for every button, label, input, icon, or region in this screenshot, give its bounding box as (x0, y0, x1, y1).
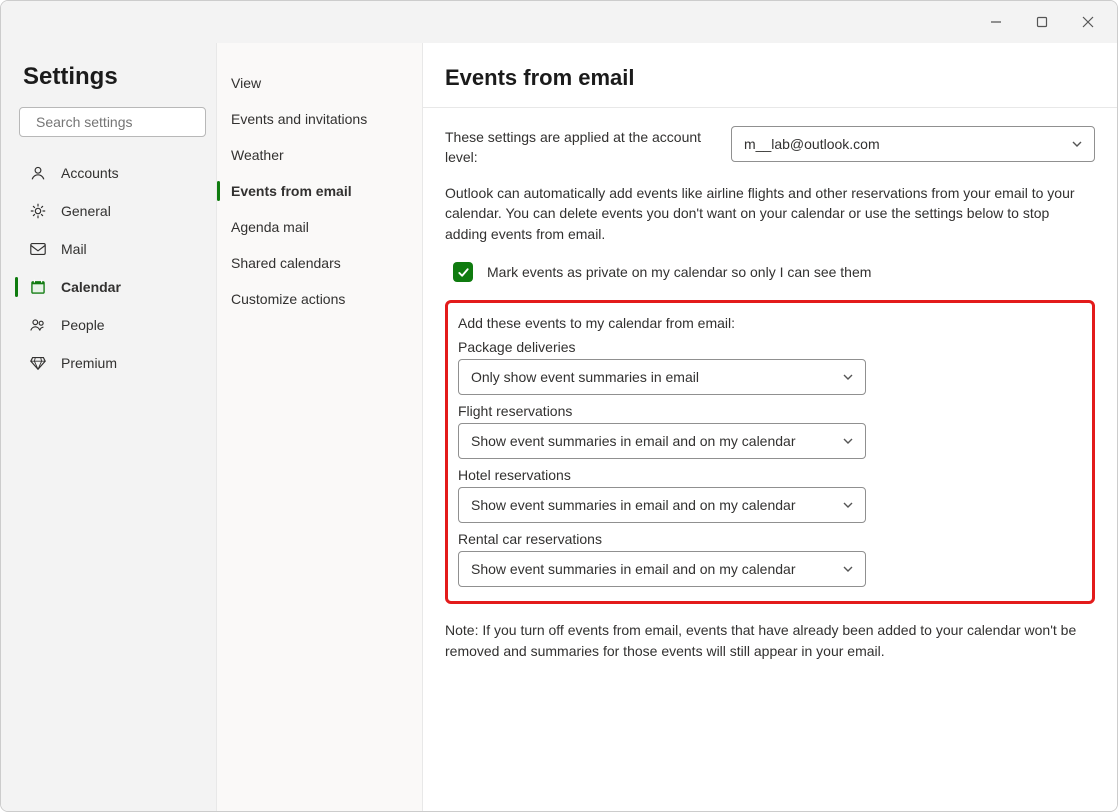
minimize-icon (990, 16, 1002, 28)
content-pane: Events from email These settings are app… (423, 43, 1117, 811)
nav1-label: Mail (61, 241, 87, 257)
chevron-down-icon (841, 370, 855, 384)
add-events-title: Add these events to my calendar from ema… (458, 315, 1082, 331)
nav2-weather[interactable]: Weather (217, 137, 422, 173)
select-value: Show event summaries in email and on my … (471, 497, 796, 513)
flight-reservations-select[interactable]: Show event summaries in email and on my … (458, 423, 866, 459)
account-select-value: m__lab@outlook.com (744, 136, 880, 152)
search-settings[interactable] (19, 107, 206, 137)
account-select[interactable]: m__lab@outlook.com (731, 126, 1095, 162)
diamond-icon (27, 352, 49, 374)
primary-nav: Settings Accounts General Mail (1, 43, 217, 811)
private-checkbox-label: Mark events as private on my calendar so… (487, 264, 871, 280)
private-checkbox-row[interactable]: Mark events as private on my calendar so… (445, 262, 1095, 282)
page-title: Events from email (445, 65, 1095, 91)
content-body: These settings are applied at the accoun… (423, 108, 1117, 684)
mail-icon (27, 238, 49, 260)
nav1-premium[interactable]: Premium (19, 345, 206, 381)
maximize-button[interactable] (1019, 1, 1065, 43)
nav1-label: People (61, 317, 105, 333)
select-value: Show event summaries in email and on my … (471, 561, 796, 577)
check-icon (457, 266, 470, 279)
secondary-nav: View Events and invitations Weather Even… (217, 43, 423, 811)
content-header: Events from email (423, 43, 1117, 108)
page-description: Outlook can automatically add events lik… (445, 183, 1095, 244)
field-rental-car-reservations: Rental car reservations Show event summa… (458, 531, 1082, 587)
rental-car-reservations-select[interactable]: Show event summaries in email and on my … (458, 551, 866, 587)
nav1-label: Calendar (61, 279, 121, 295)
search-input[interactable] (36, 114, 217, 130)
chevron-down-icon (1070, 137, 1084, 151)
select-value: Only show event summaries in email (471, 369, 699, 385)
nav1-calendar[interactable]: Calendar (19, 269, 206, 305)
field-label: Rental car reservations (458, 531, 1082, 547)
nav1-accounts[interactable]: Accounts (19, 155, 206, 191)
nav2-events-from-email[interactable]: Events from email (217, 173, 422, 209)
field-label: Hotel reservations (458, 467, 1082, 483)
title-bar (1, 1, 1117, 43)
field-flight-reservations: Flight reservations Show event summaries… (458, 403, 1082, 459)
gear-icon (27, 200, 49, 222)
nav2-view[interactable]: View (217, 65, 422, 101)
nav2-shared-calendars[interactable]: Shared calendars (217, 245, 422, 281)
private-checkbox[interactable] (453, 262, 473, 282)
hotel-reservations-select[interactable]: Show event summaries in email and on my … (458, 487, 866, 523)
person-icon (27, 162, 49, 184)
window-body: Settings Accounts General Mail (1, 43, 1117, 811)
account-row: These settings are applied at the accoun… (445, 126, 1095, 167)
settings-window: Settings Accounts General Mail (0, 0, 1118, 812)
footer-note: Note: If you turn off events from email,… (445, 620, 1095, 662)
chevron-down-icon (841, 562, 855, 576)
close-button[interactable] (1065, 1, 1111, 43)
nav1-list: Accounts General Mail Calendar People (19, 155, 206, 381)
close-icon (1082, 16, 1094, 28)
field-hotel-reservations: Hotel reservations Show event summaries … (458, 467, 1082, 523)
nav2-customize-actions[interactable]: Customize actions (217, 281, 422, 317)
nav2-events-invitations[interactable]: Events and invitations (217, 101, 422, 137)
nav1-label: Premium (61, 355, 117, 371)
settings-title: Settings (23, 63, 206, 91)
nav1-label: Accounts (61, 165, 119, 181)
chevron-down-icon (841, 498, 855, 512)
chevron-down-icon (841, 434, 855, 448)
people-icon (27, 314, 49, 336)
field-label: Package deliveries (458, 339, 1082, 355)
nav1-general[interactable]: General (19, 193, 206, 229)
maximize-icon (1036, 16, 1048, 28)
nav1-label: General (61, 203, 111, 219)
select-value: Show event summaries in email and on my … (471, 433, 796, 449)
nav1-mail[interactable]: Mail (19, 231, 206, 267)
calendar-icon (27, 276, 49, 298)
package-deliveries-select[interactable]: Only show event summaries in email (458, 359, 866, 395)
field-package-deliveries: Package deliveries Only show event summa… (458, 339, 1082, 395)
account-level-label: These settings are applied at the accoun… (445, 126, 703, 167)
nav1-people[interactable]: People (19, 307, 206, 343)
nav2-agenda-mail[interactable]: Agenda mail (217, 209, 422, 245)
field-label: Flight reservations (458, 403, 1082, 419)
events-section-highlight: Add these events to my calendar from ema… (445, 300, 1095, 604)
minimize-button[interactable] (973, 1, 1019, 43)
